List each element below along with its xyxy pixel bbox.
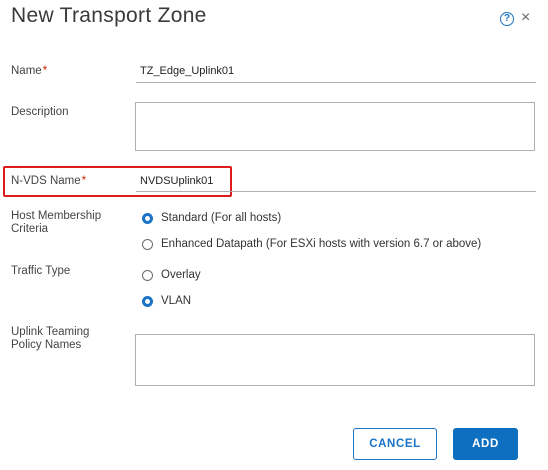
traffic-type-option-vlan[interactable]: VLAN [142,295,191,307]
host-membership-option-enhanced[interactable]: Enhanced Datapath (For ESXi hosts with v… [142,238,481,250]
host-membership-label-line2: Criteria [11,223,49,235]
host-membership-option-enhanced-label: Enhanced Datapath (For ESXi hosts with v… [161,238,482,250]
close-icon[interactable]: × [521,9,530,27]
traffic-type-option-vlan-label: VLAN [161,295,192,307]
radio-selected-icon[interactable] [142,212,153,224]
nvds-name-label-text: N-VDS Name [11,175,81,187]
radio-selected-icon[interactable] [142,295,153,307]
traffic-type-option-overlay-label: Overlay [161,269,201,281]
uplink-teaming-label-line2: Policy Names [11,339,82,351]
cancel-button[interactable]: CANCEL [353,428,437,460]
nvds-name-required-mark: * [81,175,87,187]
host-membership-label: Host Membership Criteria [11,210,101,236]
radio-unselected-icon[interactable] [142,238,153,250]
traffic-type-option-overlay[interactable]: Overlay [142,269,201,281]
radio-unselected-icon[interactable] [142,269,153,281]
uplink-teaming-textarea[interactable] [135,334,535,386]
host-membership-option-standard[interactable]: Standard (For all hosts) [142,212,281,224]
name-field-underline [136,82,536,83]
nvds-name-field-underline [136,191,536,192]
nvds-name-field[interactable]: NVDSUplink01 [140,175,213,187]
add-button[interactable]: ADD [453,428,518,460]
dialog-title: New Transport Zone [11,4,207,27]
help-icon[interactable]: ? [500,12,514,26]
uplink-teaming-label: Uplink Teaming Policy Names [11,326,89,352]
host-membership-label-line1: Host Membership [11,210,102,222]
description-textarea[interactable] [135,102,535,151]
name-field[interactable]: TZ_Edge_Uplink01 [140,65,234,77]
name-label-text: Name [11,65,42,77]
traffic-type-label: Traffic Type [11,265,71,277]
uplink-teaming-label-line1: Uplink Teaming [11,326,90,338]
host-membership-option-standard-label: Standard (For all hosts) [161,212,282,224]
name-required-mark: * [42,65,48,77]
description-label: Description [11,106,69,118]
nvds-name-label: N-VDS Name* [11,175,86,188]
name-label: Name* [11,65,47,78]
